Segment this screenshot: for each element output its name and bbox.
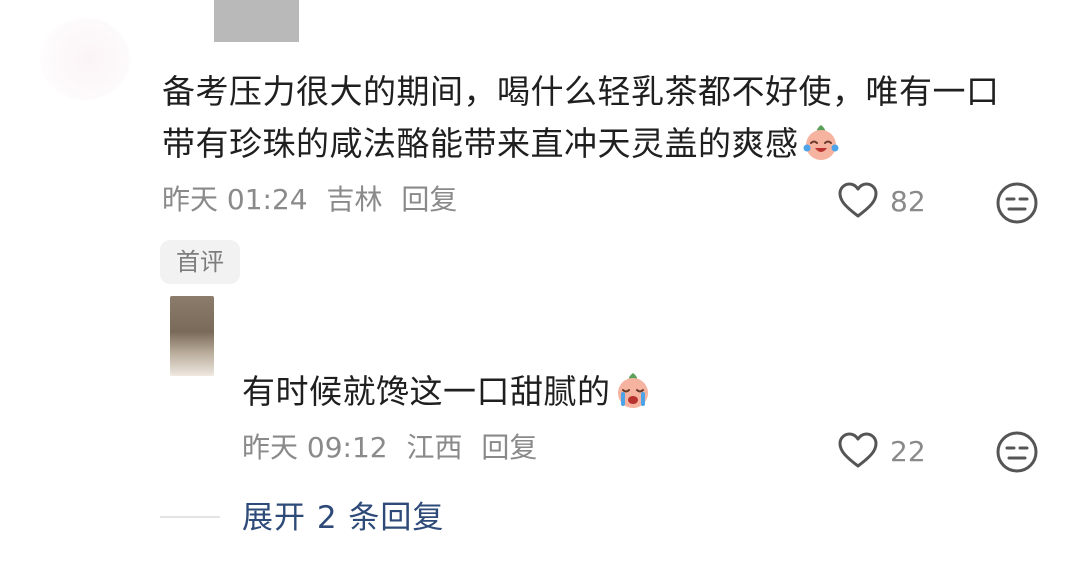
comment-location: 吉林 bbox=[326, 183, 383, 216]
reply-text: 有时候就馋这一口甜腻的 bbox=[242, 372, 611, 411]
commenter-name-redacted[interactable] bbox=[214, 0, 299, 42]
comment-like-button[interactable]: 82 bbox=[836, 180, 926, 224]
reply-meta: 昨天 09:12 江西 回复 bbox=[242, 428, 547, 468]
reply-time: 昨天 09:12 bbox=[242, 431, 388, 464]
comment-text-line-1: 备考压力很大的期间，喝什么轻乳茶都不好使，唯有一口 bbox=[162, 72, 1000, 111]
comment-meta: 昨天 01:24 吉林 回复 bbox=[162, 180, 467, 220]
first-comment-badge: 首评 bbox=[160, 240, 240, 284]
reply-location: 江西 bbox=[406, 431, 463, 464]
reply-body: 有时候就馋这一口甜腻的 bbox=[242, 366, 842, 418]
comment-text-line-2: 带有珍珠的咸法酪能带来直冲天灵盖的爽感 bbox=[162, 118, 1042, 170]
reply-dislike-button[interactable] bbox=[995, 430, 1039, 478]
comment-dislike-button[interactable] bbox=[995, 181, 1039, 229]
comment-like-count: 82 bbox=[890, 185, 926, 218]
heart-icon bbox=[836, 430, 880, 474]
comment-body: 备考压力很大的期间，喝什么轻乳茶都不好使，唯有一口 带有珍珠的咸法酪能带来直冲天… bbox=[162, 66, 1042, 170]
comment-reply-button[interactable]: 回复 bbox=[401, 183, 457, 216]
reply-reply-button[interactable]: 回复 bbox=[481, 431, 537, 464]
crying-emoji-icon bbox=[613, 370, 653, 410]
reply-like-button[interactable]: 22 bbox=[836, 430, 926, 474]
laughing-crying-emoji-icon bbox=[801, 122, 841, 162]
expand-divider bbox=[160, 516, 220, 518]
comment-time: 昨天 01:24 bbox=[162, 183, 308, 216]
replier-avatar[interactable] bbox=[170, 296, 214, 376]
meh-face-icon bbox=[995, 431, 1039, 478]
reply-like-count: 22 bbox=[890, 435, 926, 468]
heart-icon bbox=[836, 180, 880, 224]
expand-replies-link[interactable]: 展开 2 条回复 bbox=[242, 496, 444, 540]
commenter-avatar[interactable] bbox=[40, 18, 130, 100]
meh-face-icon bbox=[995, 182, 1039, 229]
